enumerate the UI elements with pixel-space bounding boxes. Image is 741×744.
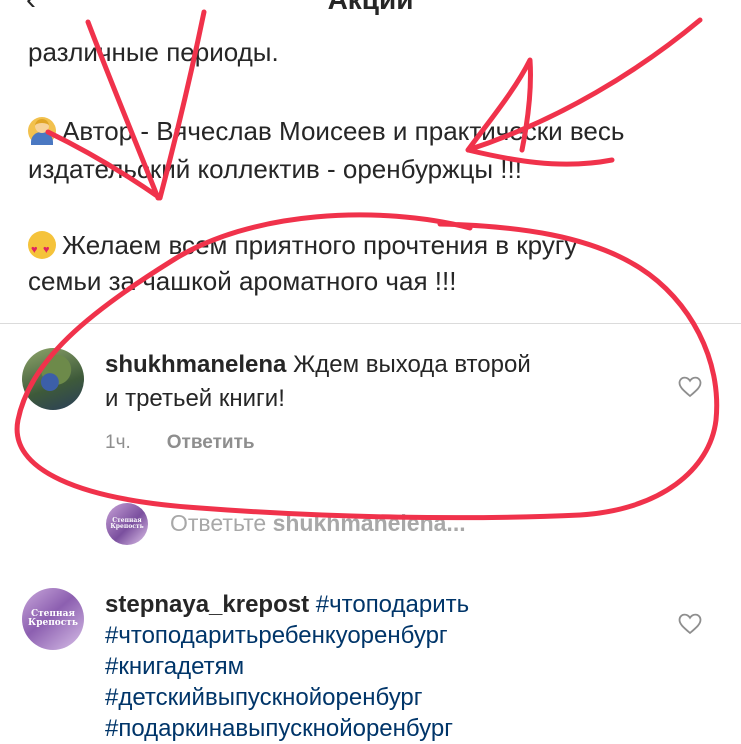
comment-body: и третьей книги! <box>105 385 285 412</box>
comment-text-line: stepnaya_krepost #чтоподарить <box>105 590 469 620</box>
hashtag-link[interactable]: #чтоподаритьребенкуоренбург <box>105 621 448 651</box>
caption-line: семьи за чашкой ароматного чая !!! <box>28 266 457 296</box>
comment-meta: 1ч. Ответить <box>105 432 255 454</box>
reply-button[interactable]: Ответить <box>167 432 255 453</box>
divider <box>0 323 741 324</box>
comment-username[interactable]: stepnaya_krepost <box>105 591 309 618</box>
like-heart-icon[interactable] <box>678 376 702 398</box>
comment-username[interactable]: shukhmanelena <box>105 351 286 378</box>
caption-line: издательский коллектив - оренбуржцы !!! <box>28 154 522 184</box>
own-avatar: Степная Крепость <box>106 503 148 545</box>
reply-prompt-username: shukhmanelena... <box>272 510 466 536</box>
caption-line: различные периоды. <box>28 37 279 67</box>
reply-input[interactable]: Ответьте shukhmanelena... <box>170 510 466 537</box>
heart-eyes-emoji-icon <box>28 231 56 267</box>
caption-author-line: Автор - Вячеслав Моисеев и практически в… <box>28 114 624 148</box>
caption-text: Автор - Вячеслав Моисеев и практически в… <box>62 116 625 146</box>
hashtag-link[interactable]: #детскийвыпускнойоренбург <box>105 683 423 713</box>
page-title: Акции <box>0 0 741 14</box>
avatar[interactable]: Степная Крепость <box>22 588 84 650</box>
hashtag-link[interactable]: #чтоподарить <box>316 591 469 618</box>
caption-text: Желаем всем приятного прочтения в кругу <box>62 230 578 260</box>
hashtag-link[interactable]: #книгадетям <box>105 652 244 682</box>
caption-wish-line: Желаем всем приятного прочтения в кругу <box>28 228 578 267</box>
avatar-logo-text: Степная Крепость <box>110 517 144 530</box>
avatar-logo-text: Степная Крепость <box>28 609 78 628</box>
like-heart-icon[interactable] <box>678 613 702 635</box>
avatar[interactable] <box>22 348 84 410</box>
man-office-worker-emoji-icon <box>28 117 56 145</box>
comment-timestamp: 1ч. <box>105 432 131 453</box>
comment-text-line: shukhmanelena Ждем выхода второй <box>105 350 531 380</box>
hashtag-link[interactable]: #подаркинавыпускнойоренбург <box>105 714 453 744</box>
reply-prompt-prefix: Ответьте <box>170 510 267 536</box>
comment-body: Ждем выхода второй <box>293 351 531 378</box>
